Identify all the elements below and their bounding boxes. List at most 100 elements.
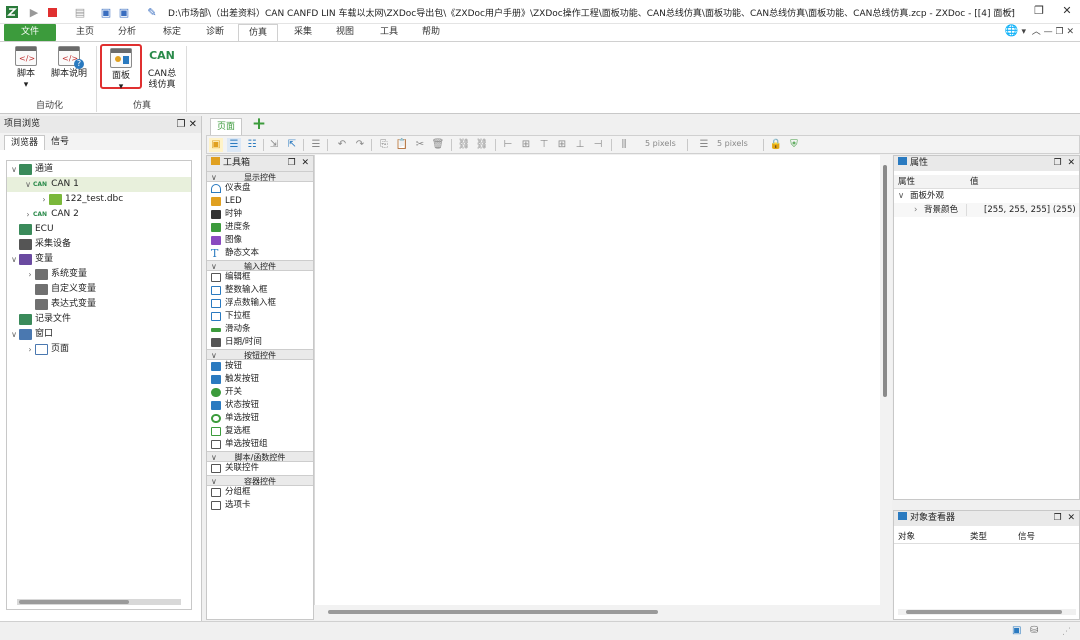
toolbox-item-static-text[interactable]: T 静态文本 [207,247,313,260]
save-as-icon[interactable]: ▣ [116,4,132,20]
toolbox-item-groupbox[interactable]: 分组框 [207,486,313,499]
close-icon[interactable]: ✕ [301,158,309,168]
link-icon[interactable]: ⛓ [457,138,471,152]
tree-node-ecu[interactable]: ECU [19,222,54,237]
settings-tool-icon[interactable]: ✎ [144,4,160,20]
script-doc-button[interactable]: </>? 脚本说明 [50,46,88,80]
tree-horizontal-scrollbar[interactable] [17,599,181,605]
toolbox-category-input[interactable]: ∨ 输入控件 [207,260,313,271]
toolbox-item-led[interactable]: LED [207,195,313,208]
stop-icon[interactable] [44,4,60,20]
tab-calibration[interactable]: 标定 [155,24,189,41]
toolbox-item-editbox[interactable]: 编辑框 [207,271,313,284]
align-center-icon[interactable]: ⊞ [519,138,533,152]
float-icon[interactable]: ❐ [288,158,296,168]
tree-node-record-files[interactable]: 记录文件 [19,312,71,327]
globe-icon[interactable]: 🌐 [1005,24,1019,37]
toolbox-item-tabs[interactable]: 选项卡 [207,499,313,512]
property-value[interactable]: [255, 255, 255] (255) [984,203,1076,217]
paste-icon[interactable]: 📋 [395,138,409,152]
close-icon[interactable]: ✕ [1067,158,1075,168]
mdi-close-icon[interactable]: ✕ [1066,27,1074,37]
align-middle-icon[interactable]: ⊞ [555,138,569,152]
close-icon[interactable]: ✕ [1067,513,1075,523]
canvas-vertical-scrollbar[interactable] [882,165,888,601]
tab-order-icon[interactable]: ☰ [309,138,323,152]
panel-surface[interactable] [314,155,880,605]
export-icon[interactable]: ⇱ [285,138,299,152]
scroll-thumb[interactable] [883,165,887,397]
toolbox-item-slider[interactable]: 滑动条 [207,323,313,336]
verify-shield-icon[interactable]: ⛨ [787,138,801,152]
toolbox-category-script[interactable]: ∨ 脚本/函数控件 [207,451,313,462]
float-icon[interactable]: ❐ [1054,158,1062,168]
tab-help[interactable]: 帮助 [414,24,448,41]
toolbox-item-radio-group[interactable]: 单选按钮组 [207,438,313,451]
page-tab[interactable]: 页面 [210,118,242,135]
float-icon[interactable]: ❐ [1054,513,1062,523]
tab-simulation[interactable]: 仿真 [238,24,278,41]
tree-node-custom-vars[interactable]: 自定义变量 [35,282,96,297]
toolbox-item-gauge[interactable]: 仪表盘 [207,182,313,195]
property-group-appearance[interactable]: ∨ 面板外观 [894,189,1079,203]
tree-node-can1[interactable]: ∨ CAN CAN 1 [7,177,191,192]
import-icon[interactable]: ⇲ [267,138,281,152]
tab-diagnostics[interactable]: 诊断 [198,24,232,41]
list-view-icon[interactable]: ☰ [227,138,241,152]
undo-icon[interactable]: ↶ [335,138,349,152]
tree-node-expression-vars[interactable]: 表达式变量 [35,297,96,312]
new-file-icon[interactable]: ▤ [72,4,88,20]
save-icon[interactable]: ▣ [98,4,114,20]
toolbox-item-datetime[interactable]: 日期/时间 [207,336,313,349]
toolbox-item-clock[interactable]: 时钟 [207,208,313,221]
toolbox-item-progress[interactable]: 进度条 [207,221,313,234]
toolbox-category-display[interactable]: ∨ 显示控件 [207,171,313,182]
run-icon[interactable]: ▶ [26,4,42,20]
tab-browser[interactable]: 浏览器 [4,135,46,150]
toolbox-item-int-input[interactable]: 整数输入框 [207,284,313,297]
collapse-ribbon-icon[interactable]: ︿ [1032,27,1041,37]
align-left-icon[interactable]: ⊢ [501,138,515,152]
toolbox-item-image[interactable]: 图像 [207,234,313,247]
tree-node-can2[interactable]: › CAN CAN 2 [23,207,78,222]
properties-view-icon[interactable]: ☷ [245,138,259,152]
float-icon[interactable]: ❐ [176,119,185,130]
tab-acquisition[interactable]: 采集 [286,24,320,41]
align-right-icon[interactable]: ⊣ [591,138,605,152]
toolbox-item-dropdown[interactable]: 下拉框 [207,310,313,323]
toolbox-item-button[interactable]: 按钮 [207,360,313,373]
tab-analysis[interactable]: 分析 [110,24,144,41]
status-database-icon[interactable]: ⛁ [1030,625,1038,636]
unlink-icon[interactable]: ⛓ [475,138,489,152]
align-top-icon[interactable]: ⊤ [537,138,551,152]
tree-node-windows[interactable]: ∨ 窗口 [9,327,53,342]
toolbox-item-checkbox[interactable]: 复选框 [207,425,313,438]
tab-home[interactable]: 主页 [68,24,102,41]
tree-node-devices[interactable]: 采集设备 [19,237,71,252]
copy-icon[interactable]: ⎘ [377,138,391,152]
tree-node-dbc[interactable]: › 122_test.dbc [39,192,123,207]
mdi-minimize-icon[interactable]: — [1044,27,1053,37]
toolbox-item-float-input[interactable]: 浮点数输入框 [207,297,313,310]
add-page-icon[interactable]: + [246,116,272,135]
toolbox-icon[interactable]: ▣ [209,138,223,152]
status-monitor-icon[interactable]: ▣ [1012,625,1021,636]
tab-file[interactable]: 文件 [4,24,56,41]
align-bottom-icon[interactable]: ⊥ [573,138,587,152]
delete-icon[interactable]: 🗑 [431,138,445,152]
tab-view[interactable]: 视图 [328,24,362,41]
lock-icon[interactable]: 🔒 [769,138,783,152]
tab-signals[interactable]: 信号 [45,135,75,150]
script-button[interactable]: </> 脚本 ▾ [12,46,40,91]
can-simulation-button[interactable]: CAN CAN总 线仿真 [146,46,178,91]
property-row-bgcolor[interactable]: › 背景颜色 [255, 255, 255] (255) [894,203,1079,217]
grid-x-value[interactable]: 5 pixels [645,139,676,148]
toolbox-category-container[interactable]: ∨ 容器控件 [207,475,313,486]
tree-node-page[interactable]: › 页面 [25,342,69,357]
toolbox-category-buttons[interactable]: ∨ 按钮控件 [207,349,313,360]
mdi-restore-icon[interactable]: ❐ [1056,27,1064,37]
object-viewer-scrollbar[interactable] [898,609,1076,615]
close-icon[interactable]: ✕ [189,119,197,130]
grid-y-value[interactable]: 5 pixels [717,139,748,148]
canvas-horizontal-scrollbar[interactable] [316,609,880,615]
